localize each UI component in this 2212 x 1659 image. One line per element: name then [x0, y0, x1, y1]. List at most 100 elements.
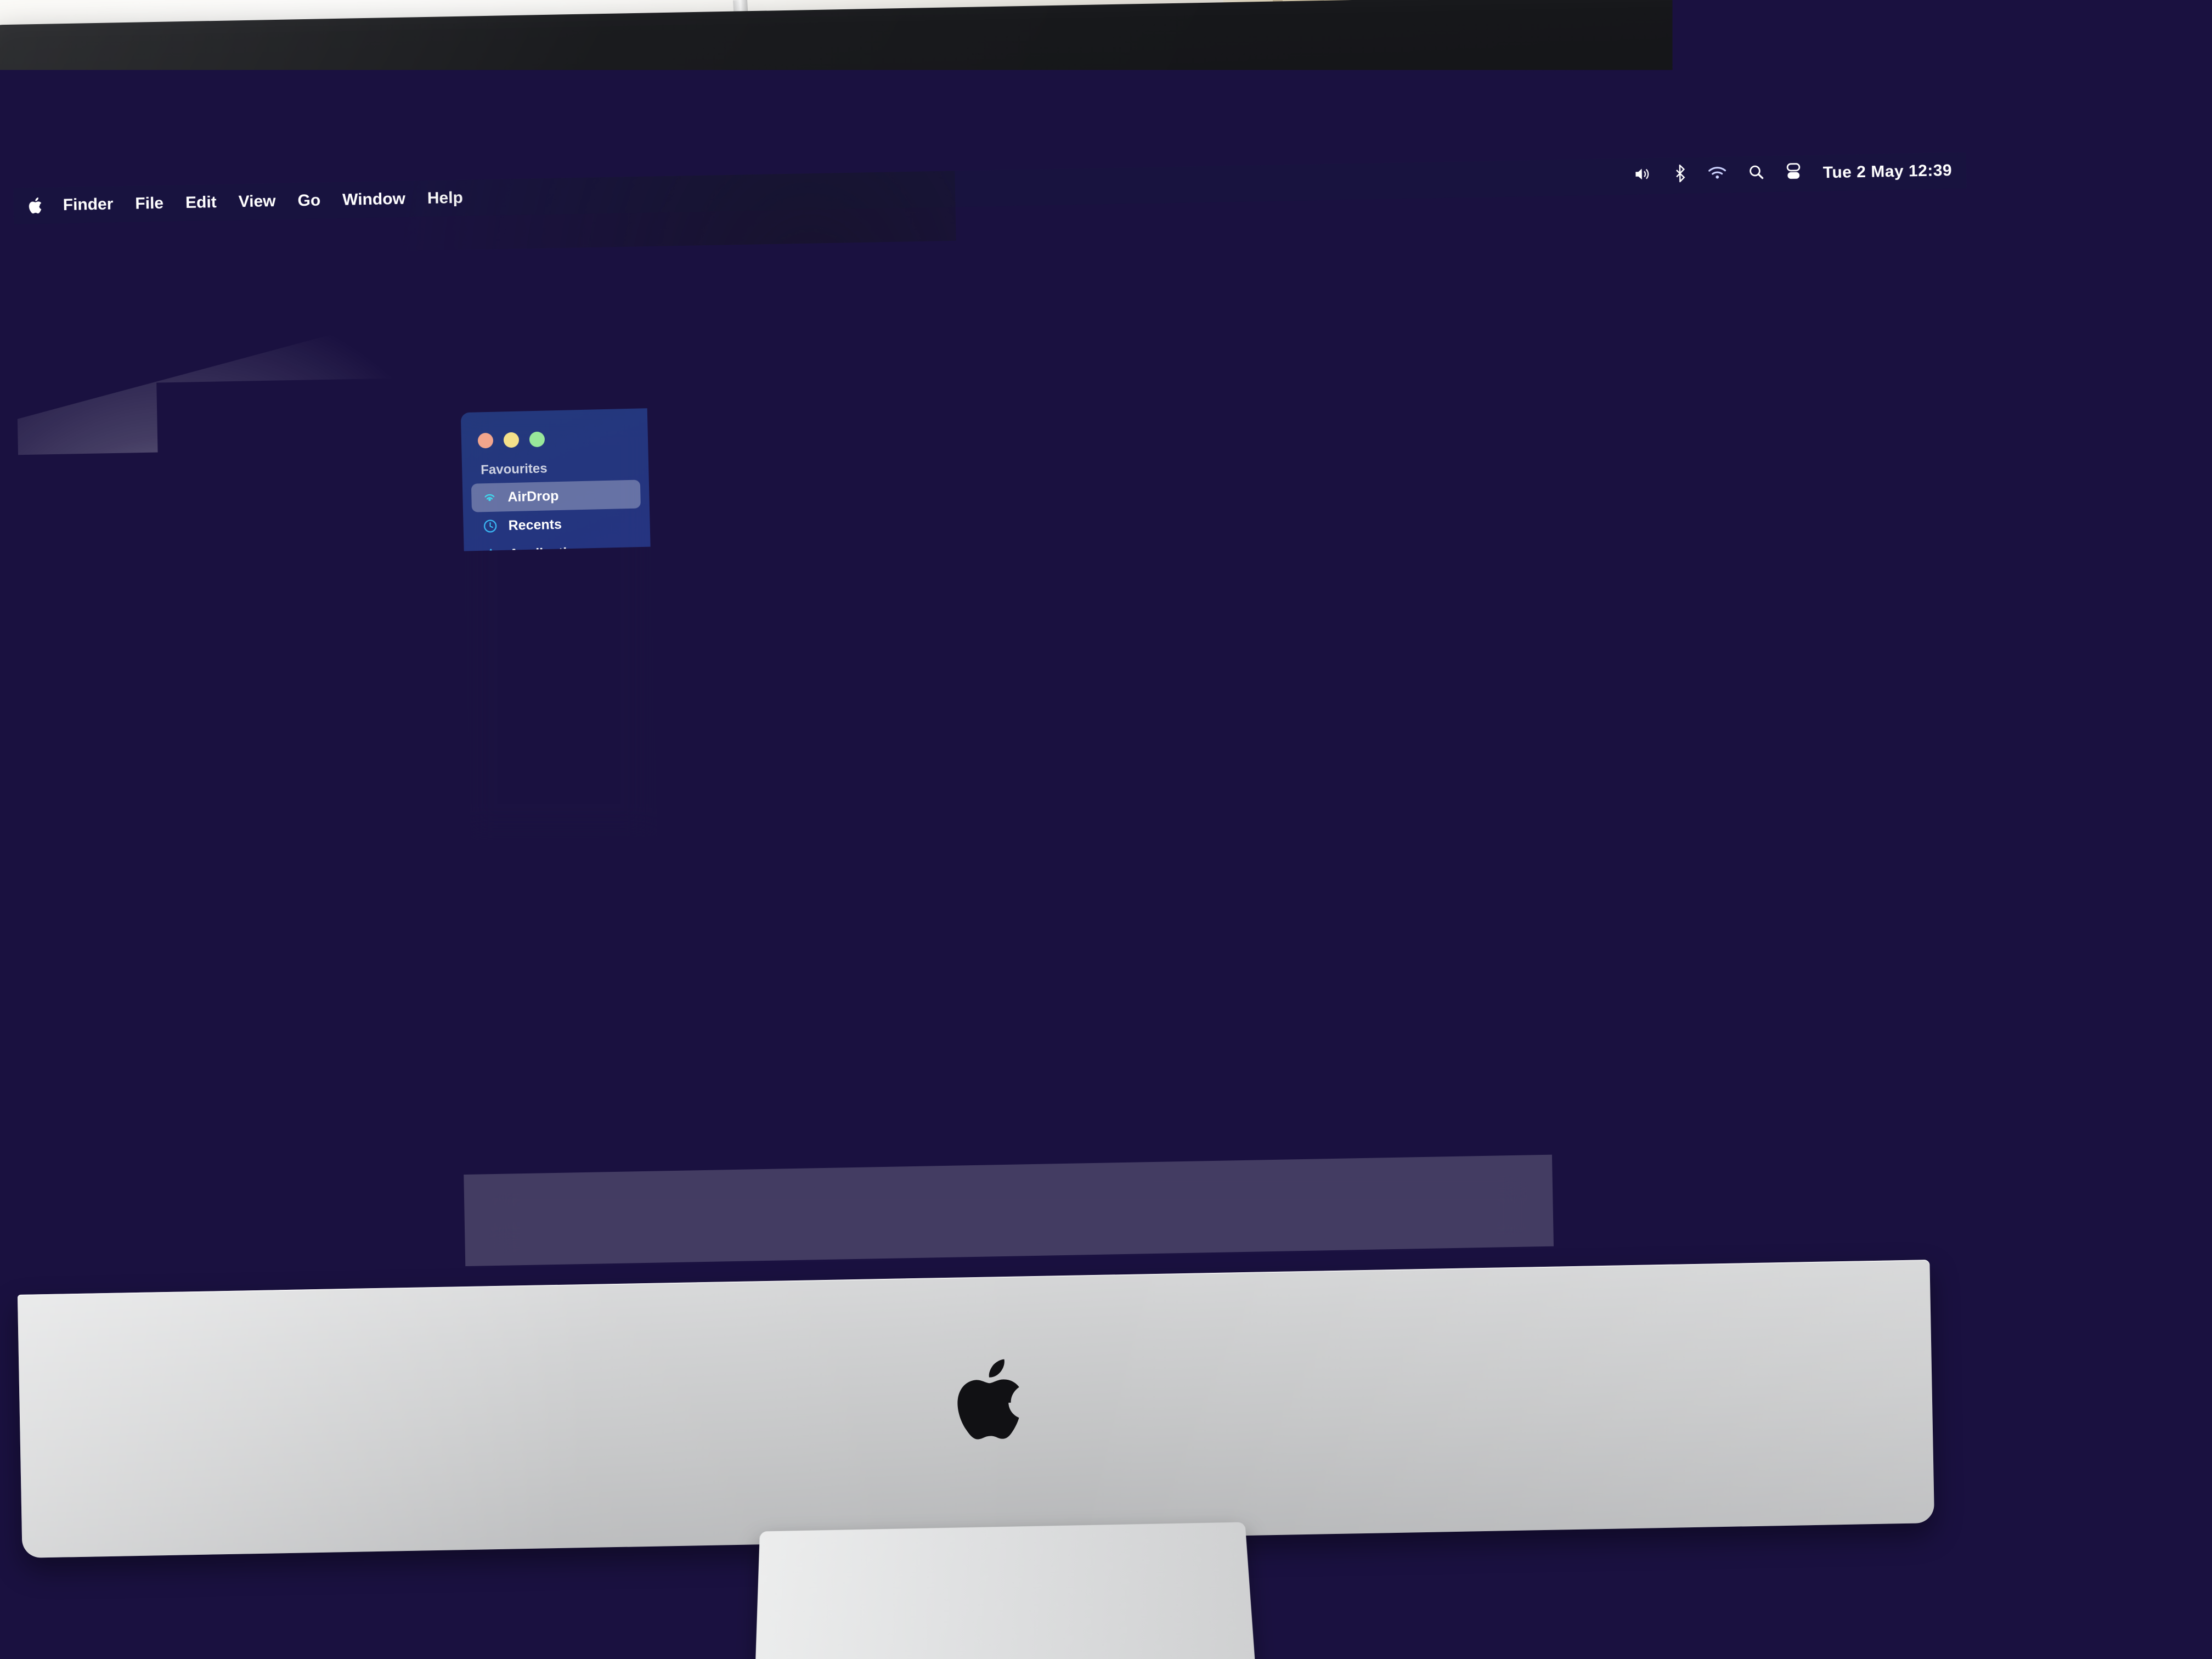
dock-item-notes[interactable] [1083, 1188, 1131, 1237]
dock-item-reminders[interactable] [1030, 1189, 1078, 1238]
desktop-file-item[interactable]: Screenshot 2023-0 t 12 35 18 [1792, 318, 1920, 413]
search-icon[interactable] [1319, 408, 1336, 427]
zoom-button[interactable] [529, 432, 545, 448]
dock-separator [1407, 1189, 1409, 1230]
menu-edit[interactable]: Edit [185, 193, 217, 212]
imac-computer: Finder File Edit View Go Window Help Tue… [0, 5, 2123, 1454]
screenshot-thumbnail [1820, 656, 1904, 719]
icon-view-icon[interactable] [1082, 413, 1107, 432]
dock-item-facetime[interactable] [870, 1192, 918, 1240]
bluetooth-icon[interactable] [1673, 165, 1686, 187]
sidebar-item-applications[interactable]: Applications [472, 537, 642, 569]
volume-icon[interactable] [1633, 166, 1652, 187]
dock-item-messages[interactable] [657, 1196, 706, 1244]
help-button[interactable]: ? [1604, 799, 1628, 822]
desktop-file-item[interactable]: Screenshot 2023-0 12 35 28 [1797, 543, 1925, 639]
favourites-header: Favourites [461, 444, 648, 484]
chevron-left-icon[interactable]: ‹ [664, 421, 671, 444]
share-icon[interactable] [1184, 410, 1200, 431]
macos-screen: Finder File Edit View Go Window Help Tue… [13, 153, 1986, 1274]
group-by-icon[interactable] [1133, 411, 1159, 431]
spotlight-search-icon[interactable] [1748, 164, 1764, 184]
apple-logo-icon [951, 1350, 1035, 1452]
sidebar-tag-yellow[interactable]: Yellow [479, 804, 648, 836]
sidebar-label: Downloads [511, 630, 584, 647]
menu-go[interactable]: Go [297, 191, 320, 211]
desktop-file-item[interactable]: Screenshot 2023-0 12 35 39 [1801, 769, 1928, 864]
desktop-icon [483, 575, 500, 592]
sidebar-tag-red[interactable]: Red [477, 749, 647, 781]
dock-item-podcasts[interactable] [1243, 1185, 1291, 1233]
window-title: AirDrop [715, 421, 777, 441]
menu-help[interactable]: Help [427, 189, 464, 208]
advanced-button[interactable]: Advanced... [1503, 799, 1595, 826]
desktop-file-item[interactable]: Screenshot 2023-0 12 35 23 [1795, 431, 1922, 526]
calendar-day: 2 [941, 1204, 953, 1239]
dock-item-music[interactable] [1189, 1186, 1238, 1234]
calendar-month: MAY [923, 1191, 970, 1204]
chevron-down-icon: ⌄ [1128, 673, 1140, 688]
screenshot-thumbnail [1816, 431, 1900, 494]
dock-item-trash[interactable] [1472, 1181, 1520, 1229]
dock-item-launchpad[interactable] [551, 1198, 599, 1246]
desktop-file-label: Screenshot 2023-0 t 12 35 18 [1793, 382, 1920, 413]
desktop-file-label: Screenshot 2023-0 12 35 34 [1800, 721, 1927, 752]
menu-view[interactable]: View [238, 192, 275, 211]
sidebar-label: Macintosh HD - Data [512, 684, 645, 719]
sidebar-item-macintosh-hd[interactable]: Macintosh HD - Data [476, 686, 646, 718]
tag-label: Red [510, 758, 536, 775]
harddisk-icon [486, 696, 503, 713]
menu-window[interactable]: Window [342, 190, 405, 210]
menu-file[interactable]: File [135, 194, 163, 213]
dock-item-mail[interactable] [710, 1195, 759, 1243]
tag-color-dot [488, 761, 500, 774]
dock-item-contacts[interactable] [977, 1190, 1025, 1238]
sidebar-item-desktop[interactable]: Desktop [473, 565, 642, 597]
airdrop-headline: AirDrop lets you share instantly with pe… [759, 643, 1252, 670]
dock-item-safari[interactable] [604, 1197, 652, 1245]
photo-scene: Finder File Edit View Go Window Help Tue… [0, 0, 2212, 1659]
sidebar-label: AirDrop [507, 488, 559, 505]
sidebar-item-documents[interactable]: Documents [474, 594, 644, 626]
airdrop-icon [481, 489, 498, 506]
finder-window[interactable]: Favourites AirDrop Recents Applications … [461, 392, 1362, 840]
airdrop-logo-icon [757, 580, 1252, 645]
bluetooth-search-placeholder: Search [1500, 518, 1539, 534]
sidebar-item-recents[interactable]: Recents [472, 508, 641, 540]
tag-label: Orange [510, 785, 558, 802]
dock-item-maps[interactable] [764, 1194, 812, 1242]
sidebar-label: Recents [508, 516, 562, 533]
wifi-icon[interactable] [1708, 166, 1727, 185]
minimize-button[interactable] [504, 432, 520, 448]
appletv-label: tv [1148, 1203, 1172, 1220]
bluetooth-search-field[interactable]: Search [1474, 511, 1622, 539]
tag-icon[interactable] [1226, 410, 1243, 430]
desktop-file-item[interactable]: Screenshot 2023-0 12 35 34 [1798, 656, 1926, 752]
tag-color-dot [489, 816, 501, 828]
dock-item-appletv[interactable]: tv [1136, 1187, 1184, 1235]
sidebar-label: Applications [509, 544, 592, 562]
tag-label: Yellow [511, 812, 554, 830]
clock-icon [482, 518, 499, 535]
close-button[interactable] [478, 433, 494, 449]
apple-logo-icon[interactable] [27, 196, 44, 216]
dock-item-photos[interactable] [817, 1193, 865, 1242]
chevron-right-icon[interactable]: › [689, 421, 696, 444]
menu-finder[interactable]: Finder [63, 195, 113, 215]
window-controls[interactable] [461, 416, 648, 449]
menubar-clock[interactable]: Tue 2 May 12:39 [1823, 161, 1953, 182]
more-actions-icon[interactable] [1269, 408, 1294, 428]
sidebar-item-downloads[interactable]: Downloads [475, 622, 644, 654]
dock-item-downloads-folder[interactable] [1419, 1182, 1467, 1231]
dock-item-calendar[interactable]: MAY 2 [923, 1191, 972, 1239]
desktop-file-label: Screenshot 2023-0 12 35 39 [1802, 833, 1928, 864]
screenshot-thumbnail [1819, 544, 1902, 607]
sidebar-tag-orange[interactable]: Orange [478, 777, 648, 808]
dock-item-appstore[interactable] [1296, 1184, 1344, 1233]
control-center-icon[interactable] [1785, 163, 1801, 184]
dock-item-finder[interactable] [498, 1199, 546, 1247]
sidebar-item-airdrop[interactable]: AirDrop [471, 479, 641, 512]
sidebar-label: Documents [510, 601, 585, 619]
screenshot-thumbnail [1814, 318, 1898, 381]
dock-item-system-preferences[interactable] [1349, 1183, 1397, 1232]
